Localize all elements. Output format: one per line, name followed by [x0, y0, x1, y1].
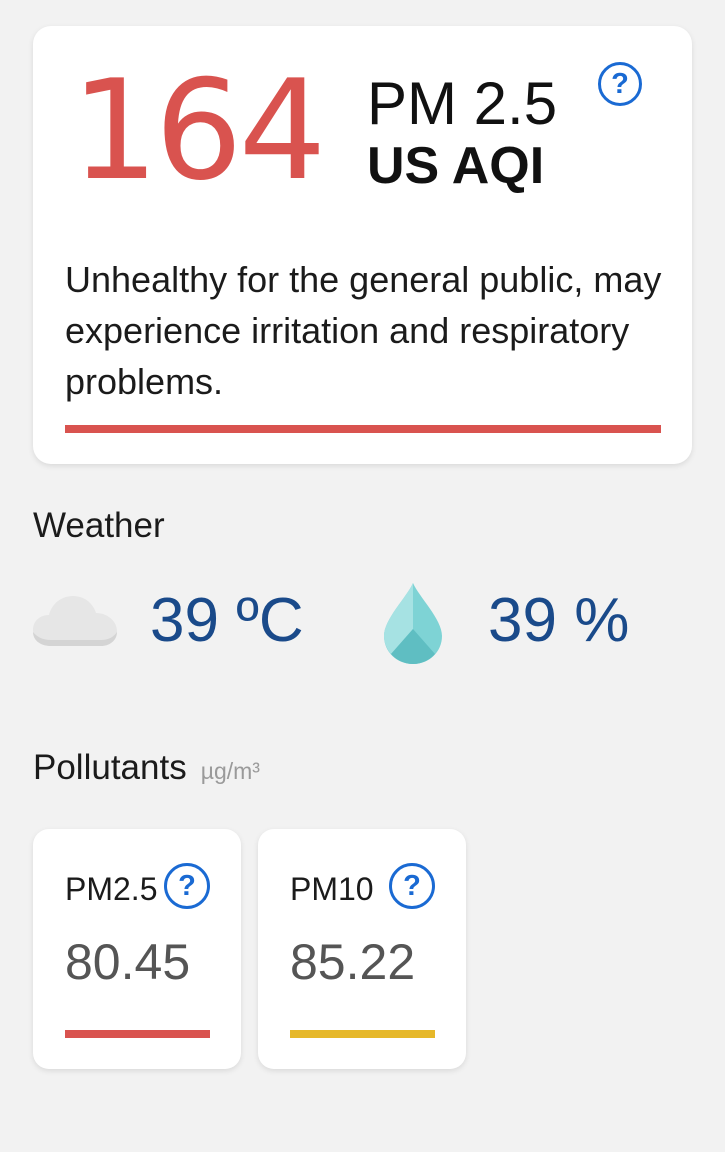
pollutants-title-text: Pollutants	[33, 748, 187, 787]
aqi-scale-label: US AQI	[367, 137, 545, 195]
air-quality-page: 164 PM 2.5 US AQI ? Unhealthy for the ge…	[0, 0, 725, 1152]
pm25-help-icon[interactable]: ?	[164, 863, 210, 909]
weather-section-title: Weather	[33, 506, 165, 545]
humidity-value: 39 %	[488, 586, 630, 655]
pollutants-unit: µg/m³	[200, 758, 260, 784]
cloud-icon	[33, 596, 117, 646]
aqi-summary-card: 164 PM 2.5 US AQI ? Unhealthy for the ge…	[33, 26, 692, 464]
aqi-value: 164	[71, 50, 326, 211]
aqi-level-bar	[65, 425, 661, 433]
aqi-pollutant-label: PM 2.5	[367, 70, 558, 137]
water-drop-icon	[384, 583, 442, 664]
pollutant-card-pm10[interactable]: PM10 ? 85.22	[258, 829, 466, 1069]
pollutants-section-title: Pollutants µg/m³	[33, 750, 260, 785]
pollutant-name: PM10	[290, 871, 374, 907]
pollutant-level-bar	[290, 1030, 435, 1038]
pollutant-level-bar	[65, 1030, 210, 1038]
pollutant-name: PM2.5	[65, 871, 158, 907]
pollutant-card-pm25[interactable]: PM2.5 ? 80.45	[33, 829, 241, 1069]
pollutant-value: 80.45	[65, 934, 191, 990]
temperature-value: 39 ºC	[150, 586, 304, 655]
aqi-help-icon[interactable]: ?	[598, 62, 642, 106]
aqi-description: Unhealthy for the general public, may ex…	[65, 259, 662, 402]
pollutant-value: 85.22	[290, 934, 416, 990]
pm10-help-icon[interactable]: ?	[389, 863, 435, 909]
